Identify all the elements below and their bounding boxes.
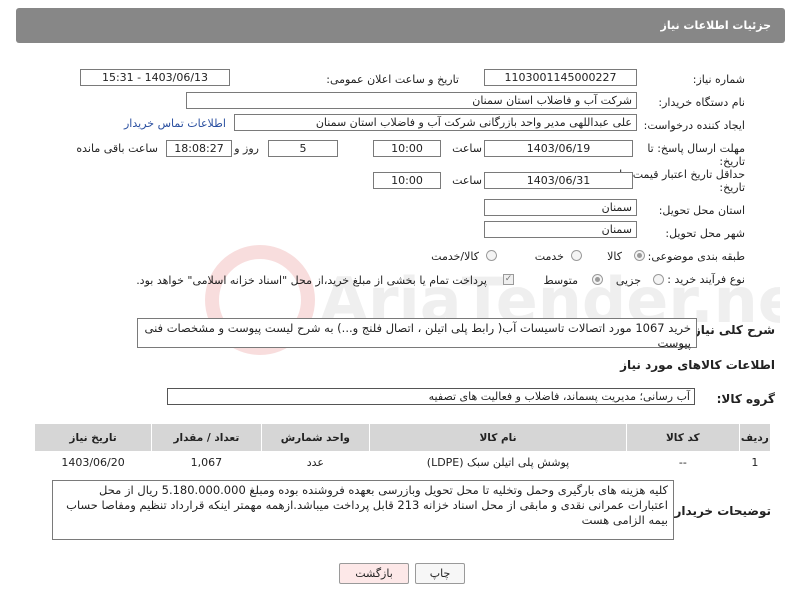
goods-group-label: گروه کالا:: [716, 392, 775, 406]
category-option-goods: کالا: [607, 250, 622, 263]
buyer-org-field[interactable]: شرکت آب و فاضلاب استان سمنان: [186, 92, 637, 109]
purchase-radio-medium[interactable]: [592, 274, 603, 285]
validity-date-field[interactable]: 1403/06/31: [484, 172, 633, 189]
deadline-label: مهلت ارسال پاسخ: تا: [647, 142, 745, 155]
cell-row: 1: [739, 451, 771, 474]
creator-label: ایجاد کننده درخواست:: [643, 119, 745, 132]
page-title: جزئیات اطلاعات نیاز: [16, 8, 785, 43]
purchase-option-minor: جزیی: [615, 274, 641, 287]
days-remaining-field[interactable]: 5: [268, 140, 338, 157]
payment-checkbox[interactable]: ✓: [503, 274, 514, 285]
deadline-date-field[interactable]: 1403/06/19: [484, 140, 633, 157]
col-date: تاریخ نیاز: [33, 423, 153, 452]
payment-note: پرداخت تمام یا بخشی از مبلغ خرید،از محل …: [136, 274, 487, 287]
deadline-time-field[interactable]: 10:00: [373, 140, 441, 157]
time-remaining-field[interactable]: 18:08:27: [166, 140, 232, 157]
buyer-contact-link[interactable]: اطلاعات تماس خریدار: [124, 117, 226, 130]
col-row: ردیف: [738, 423, 772, 452]
category-radio-goods[interactable]: [634, 250, 645, 261]
cell-unit: عدد: [261, 451, 370, 474]
buyer-org-label: نام دستگاه خریدار:: [658, 96, 745, 109]
purchase-type-label: نوع فرآیند خرید :: [667, 273, 745, 286]
purchase-radio-minor[interactable]: [653, 274, 664, 285]
announce-datetime-field[interactable]: 1403/06/13 - 15:31: [80, 69, 230, 86]
col-name: نام کالا: [369, 423, 627, 452]
time-remaining-label: ساعت باقی مانده: [76, 142, 158, 155]
print-button[interactable]: چاپ: [415, 563, 465, 584]
category-option-goods-service: کالا/خدمت: [431, 250, 479, 263]
buyer-notes-field[interactable]: کلیه هزینه های بارگیری وحمل وتخلیه تا مح…: [52, 480, 674, 540]
description-field[interactable]: خرید 1067 مورد اتصالات تاسیسات آب( رابط …: [137, 318, 697, 350]
deadline-time-label: ساعت: [452, 142, 482, 155]
validity-label: حداقل تاریخ اعتبار قیمت: تا: [619, 168, 745, 181]
cell-date: 1403/06/20: [34, 451, 152, 474]
validity-time-label: ساعت: [452, 174, 482, 187]
province-label: استان محل تحویل:: [658, 204, 745, 217]
need-number-label: شماره نیاز:: [692, 73, 745, 86]
category-label: طبقه بندی موضوعی:: [647, 250, 745, 263]
goods-section-title: اطلاعات کالاهای مورد نیاز: [620, 358, 775, 372]
announce-label: تاریخ و ساعت اعلان عمومی:: [326, 73, 459, 86]
back-button[interactable]: بازگشت: [339, 563, 409, 584]
province-field[interactable]: سمنان: [484, 199, 637, 216]
category-radio-service[interactable]: [571, 250, 582, 261]
description-label: شرح کلی نیاز:: [689, 323, 775, 337]
purchase-option-medium: متوسط: [543, 274, 578, 287]
category-radio-goods-service[interactable]: [486, 250, 497, 261]
goods-table: ردیف کد کالا نام کالا واحد شمارش تعداد /…: [33, 423, 772, 474]
cell-qty: 1,067: [151, 451, 262, 474]
cell-code: --: [626, 451, 740, 474]
city-field[interactable]: سمنان: [484, 221, 637, 238]
days-label: روز و: [234, 142, 259, 155]
goods-group-field[interactable]: آب رسانی؛ مدیریت پسماند، فاضلاب و فعالیت…: [167, 388, 695, 405]
need-number-field[interactable]: 1103001145000227: [484, 69, 637, 86]
buyer-notes-label: توضیحات خریدار:: [669, 504, 771, 518]
validity-time-field[interactable]: 10:00: [373, 172, 441, 189]
validity-label-date: تاریخ:: [719, 181, 745, 194]
creator-field[interactable]: علی عبداللهی مدیر واحد بازرگانی شرکت آب …: [234, 114, 637, 131]
category-option-service: خدمت: [534, 250, 564, 263]
city-label: شهر محل تحویل:: [665, 227, 745, 240]
cell-name: پوشش پلی اتیلن سبک (LDPE): [369, 451, 627, 474]
col-unit: واحد شمارش: [260, 423, 371, 452]
col-qty: تعداد / مقدار: [151, 423, 262, 452]
deadline-label-date: تاریخ:: [719, 155, 745, 168]
table-row[interactable]: 1 -- پوشش پلی اتیلن سبک (LDPE) عدد 1,067…: [34, 451, 771, 474]
col-code: کد کالا: [625, 423, 740, 452]
